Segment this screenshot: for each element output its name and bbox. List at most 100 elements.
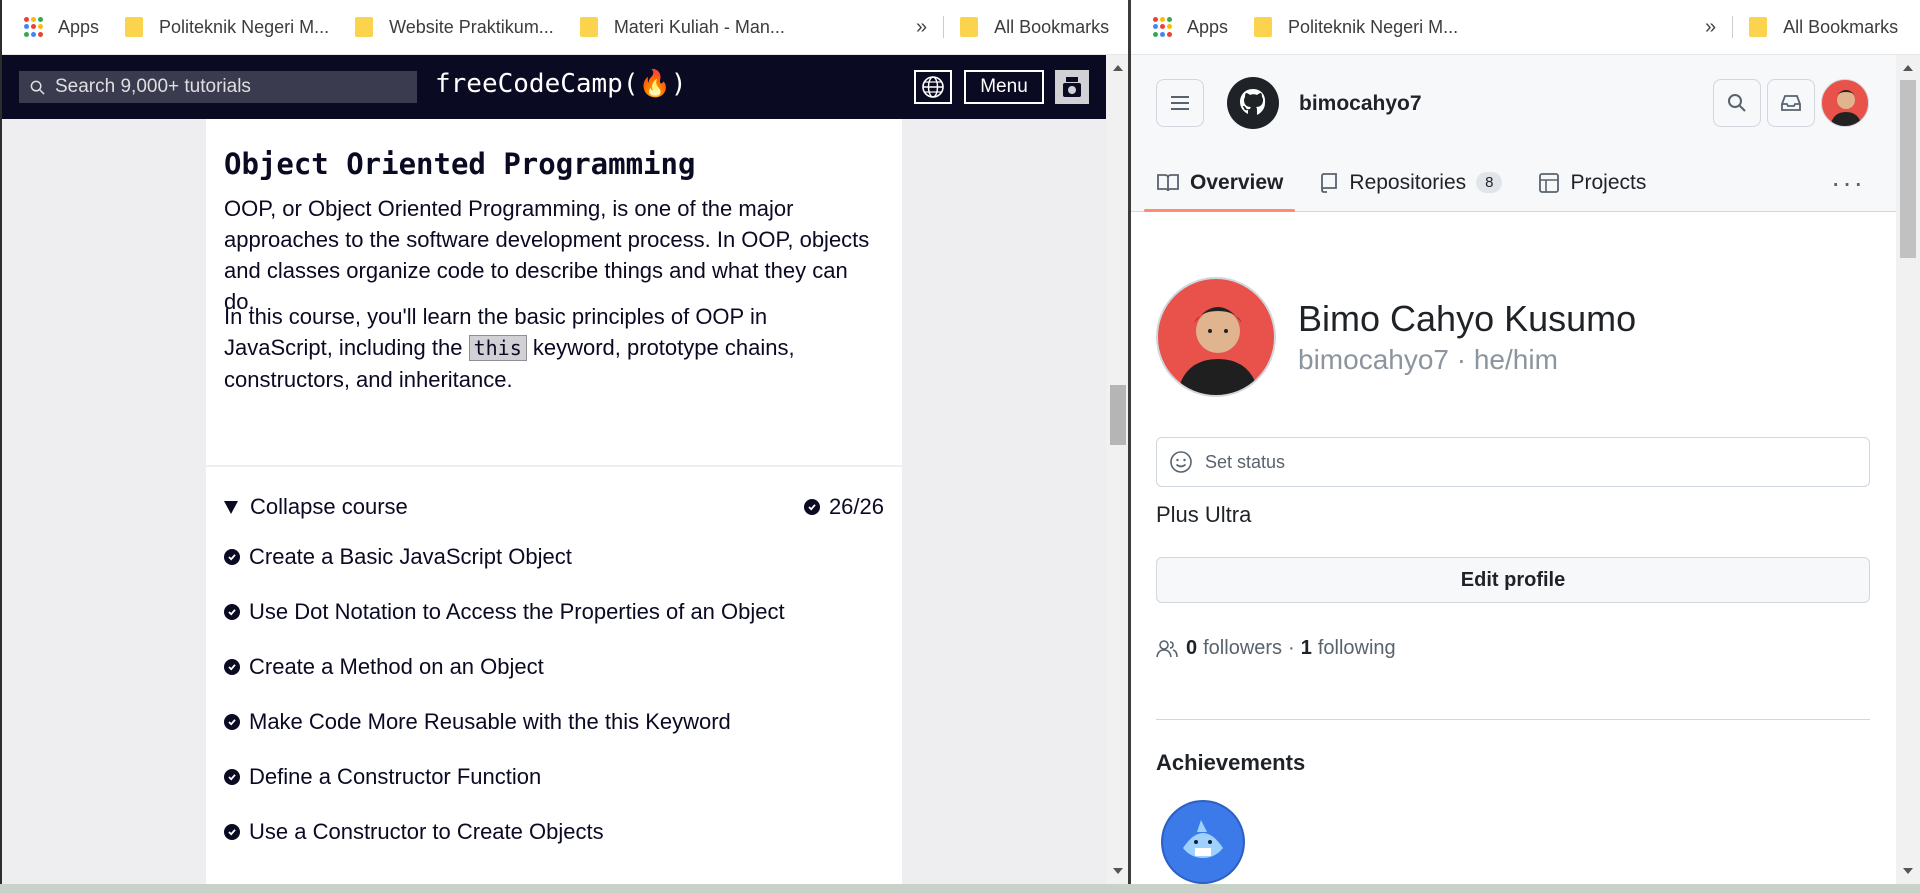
repo-count-badge: 8	[1476, 172, 1503, 193]
lesson-link[interactable]: Use Dot Notation to Access the Propertie…	[224, 599, 785, 625]
scroll-up-arrow-icon[interactable]	[1903, 65, 1913, 71]
follow-separator: ·	[1288, 637, 1295, 659]
lesson-label: Create a Method on an Object	[249, 654, 544, 679]
search-button[interactable]	[1713, 79, 1761, 127]
bookmarks-overflow[interactable]: » All Bookmarks	[1705, 16, 1898, 39]
scroll-up-arrow-icon[interactable]	[1113, 65, 1123, 71]
bookmarks-bar: Apps Politeknik Negeri M... » All Bookma…	[1131, 0, 1920, 55]
folder-icon	[1749, 17, 1768, 37]
tab-repositories[interactable]: Repositories 8	[1319, 153, 1503, 212]
lesson-label: Create a Basic JavaScript Object	[249, 544, 572, 569]
profile-full-name: Bimo Cahyo Kusumo	[1298, 298, 1637, 339]
bookmarks-separator	[943, 16, 945, 38]
bookmark-apps[interactable]: Apps	[24, 17, 99, 38]
bookmark-label: Apps	[58, 16, 100, 37]
hamburger-icon	[1171, 96, 1189, 110]
folder-icon	[579, 17, 598, 37]
course-description-paragraph: In this course, you'll learn the basic p…	[224, 301, 874, 395]
progress-text: 26/26	[828, 494, 884, 519]
check-circle-icon	[224, 549, 240, 565]
tab-label: Overview	[1190, 170, 1284, 194]
profile-handle: bimocahyo7 · he/him	[1298, 344, 1558, 375]
profile-avatar[interactable]	[1156, 277, 1276, 397]
fcc-logo[interactable]: freeCodeCamp(🔥)	[435, 69, 687, 99]
lesson-link[interactable]: Create a Basic JavaScript Object	[224, 544, 572, 570]
follow-stats: 0 followers · 1 following	[1156, 637, 1396, 660]
bookmark-item-politeknik[interactable]: Politeknik Negeri M...	[1254, 17, 1458, 38]
tab-overview[interactable]: Overview	[1143, 153, 1296, 212]
status-placeholder: Set status	[1205, 451, 1286, 472]
followers-link[interactable]: 0 followers	[1186, 637, 1282, 660]
inbox-button[interactable]	[1767, 79, 1815, 127]
more-tabs-kebab-icon[interactable]: ···	[1831, 167, 1865, 199]
profile-bio: Plus Ultra	[1156, 502, 1252, 527]
followers-count: 0	[1186, 637, 1198, 659]
inline-code: this	[468, 335, 527, 361]
lesson-link[interactable]: Make Code More Reusable with the this Ke…	[224, 709, 731, 735]
bookmark-apps[interactable]: Apps	[1153, 17, 1228, 38]
achievement-badge-shark-icon[interactable]	[1161, 800, 1245, 884]
people-icon	[1156, 639, 1178, 657]
bookmarks-overflow[interactable]: » All Bookmarks	[916, 16, 1109, 39]
bookmark-label: Politeknik Negeri M...	[159, 16, 330, 37]
all-bookmarks-label[interactable]: All Bookmarks	[994, 17, 1109, 38]
tab-projects[interactable]: Projects	[1538, 153, 1646, 212]
following-count: 1	[1300, 637, 1312, 659]
vertical-scrollbar[interactable]	[1106, 55, 1128, 884]
bookmark-item-materi-kuliah[interactable]: Materi Kuliah - Man...	[579, 16, 785, 38]
github-username[interactable]: bimocahyo7	[1299, 92, 1422, 116]
lesson-link[interactable]: Define a Constructor Function	[224, 764, 541, 790]
apps-grid-icon	[1153, 17, 1173, 37]
lesson-link[interactable]: Create a Method on an Object	[224, 654, 544, 680]
set-status-button[interactable]: Set status	[1156, 437, 1870, 487]
lesson-label: Use a Constructor to Create Objects	[249, 819, 604, 844]
globe-icon	[922, 76, 944, 98]
user-avatar-button[interactable]	[1055, 70, 1089, 104]
bookmark-item-website-praktikum[interactable]: Website Praktikum...	[355, 17, 554, 38]
followers-label: followers	[1203, 637, 1283, 659]
bookmark-item-politeknik[interactable]: Politeknik Negeri M...	[125, 17, 329, 38]
scrollbar-thumb[interactable]	[1110, 385, 1126, 445]
book-icon	[1157, 173, 1179, 191]
search-icon	[19, 80, 55, 95]
progress-count: 26/26	[803, 494, 884, 520]
edit-profile-button[interactable]: Edit profile	[1156, 557, 1870, 603]
triangle-down-icon	[224, 500, 238, 514]
collapse-course-button[interactable]: Collapse course 26/26	[224, 491, 884, 523]
following-link[interactable]: 1 following	[1301, 637, 1396, 660]
bookmark-label: Website Praktikum...	[389, 16, 554, 37]
fcc-navbar: Search 9,000+ tutorials freeCodeCamp(🔥) …	[2, 55, 1106, 119]
profile-body: Bimo Cahyo Kusumo bimocahyo7 · he/him Se…	[1131, 212, 1896, 884]
bookmark-label: Apps	[1187, 16, 1229, 37]
scrollbar-thumb[interactable]	[1900, 80, 1916, 258]
vertical-scrollbar[interactable]	[1896, 55, 1920, 884]
chevron-double-right-icon: »	[916, 15, 928, 38]
scroll-down-arrow-icon[interactable]	[1903, 868, 1913, 874]
lesson-label: Use Dot Notation to Access the Propertie…	[249, 599, 785, 624]
scroll-down-arrow-icon[interactable]	[1113, 868, 1123, 874]
language-globe-button[interactable]	[914, 70, 952, 104]
tab-label: Repositories	[1349, 170, 1467, 194]
folder-icon	[125, 17, 144, 37]
hamburger-menu-button[interactable]	[1156, 79, 1204, 127]
table-icon	[1539, 172, 1560, 193]
apps-grid-icon	[24, 17, 44, 37]
menu-button[interactable]: Menu	[964, 70, 1044, 104]
folder-icon	[355, 17, 374, 37]
divider	[206, 465, 902, 467]
tab-label: Projects	[1570, 170, 1647, 194]
avatar[interactable]	[1821, 79, 1869, 127]
lesson-label: Define a Constructor Function	[249, 764, 542, 789]
course-intro-paragraph: OOP, or Object Oriented Programming, is …	[224, 196, 870, 314]
search-icon	[1728, 94, 1746, 112]
github-browser-window: Apps Politeknik Negeri M... » All Bookma…	[1131, 0, 1920, 884]
lesson-link[interactable]: Use a Constructor to Create Objects	[224, 819, 604, 845]
folder-icon	[1254, 17, 1273, 37]
camper-avatar-icon	[1063, 77, 1081, 97]
divider	[1156, 719, 1870, 720]
all-bookmarks-label[interactable]: All Bookmarks	[1783, 17, 1898, 38]
search-input[interactable]: Search 9,000+ tutorials	[19, 71, 417, 103]
check-circle-icon	[224, 824, 240, 840]
bookmark-label: Materi Kuliah - Man...	[613, 16, 785, 37]
github-logo-icon[interactable]	[1227, 77, 1279, 129]
